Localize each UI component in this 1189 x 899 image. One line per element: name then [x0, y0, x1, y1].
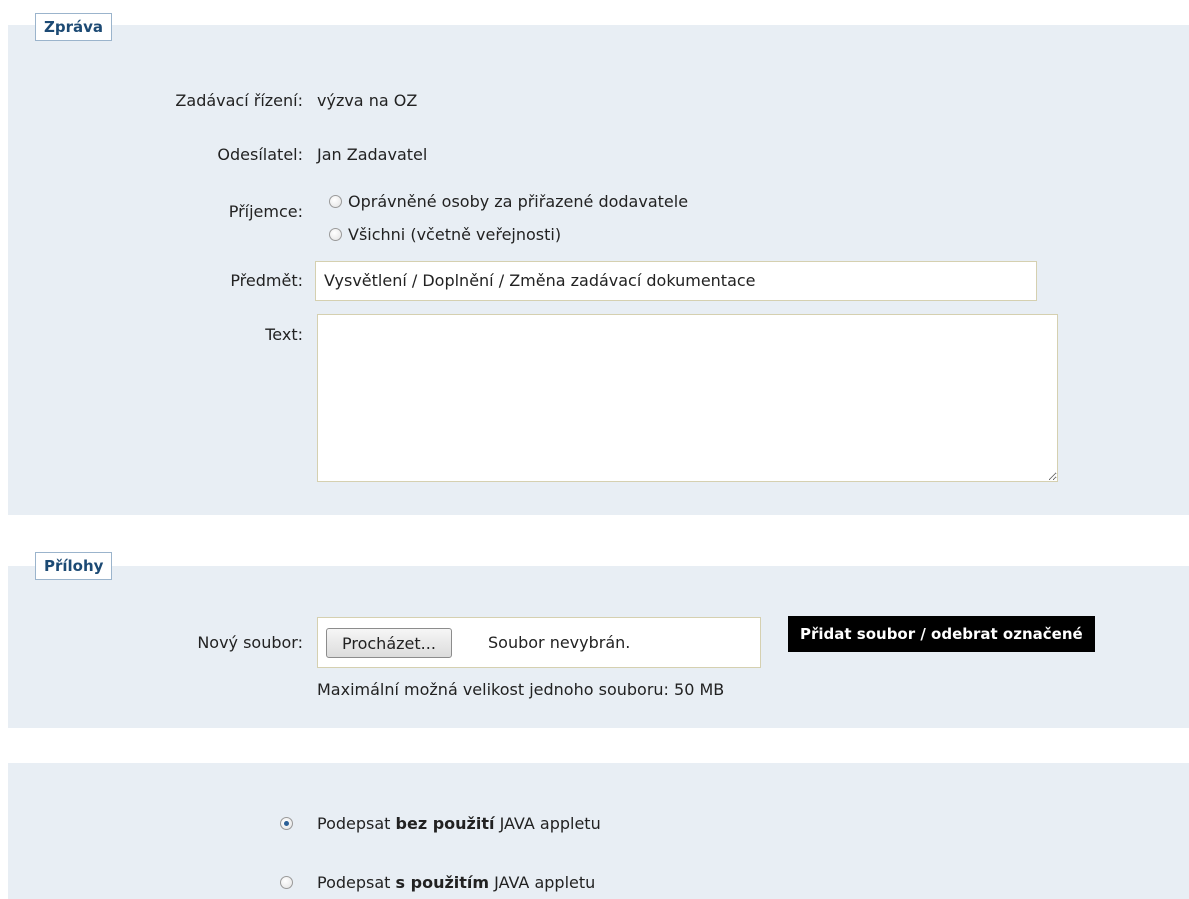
sign-with-java-label[interactable]: Podepsat s použitím JAVA appletu	[317, 873, 595, 892]
sign-with-java-radio[interactable]	[280, 876, 293, 889]
no-file-text: Soubor nevybrán.	[488, 633, 631, 652]
recipient-option-authorized-label[interactable]: Oprávněné osoby za přiřazené dodavatele	[348, 192, 688, 211]
file-input[interactable]: Procházet... Soubor nevybrán.	[317, 617, 761, 668]
recipient-radio-everyone[interactable]	[329, 228, 342, 241]
text-label: Text:	[265, 325, 303, 344]
recipient-label: Příjemce:	[228, 202, 303, 221]
procedure-value: výzva na OZ	[317, 91, 418, 110]
add-remove-file-button[interactable]: Přidat soubor / odebrat označené	[788, 616, 1095, 652]
message-legend: Zpráva	[35, 13, 113, 41]
sender-value: Jan Zadavatel	[317, 145, 428, 164]
sign-without-java-radio[interactable]	[280, 817, 293, 830]
attachments-legend: Přílohy	[35, 552, 113, 580]
recipient-radio-authorized[interactable]	[329, 195, 342, 208]
max-size-note: Maximální možná velikost jednoho souboru…	[317, 680, 725, 699]
subject-label: Předmět:	[230, 271, 303, 290]
procedure-label: Zadávací řízení:	[175, 91, 303, 110]
subject-input[interactable]: Vysvětlení / Doplnění / Změna zadávací d…	[315, 261, 1037, 301]
sign-without-java-label[interactable]: Podepsat bez použití JAVA appletu	[317, 814, 601, 833]
new-file-label: Nový soubor:	[197, 633, 303, 652]
text-area[interactable]	[317, 314, 1058, 482]
browse-button[interactable]: Procházet...	[326, 628, 452, 658]
recipient-option-everyone-label[interactable]: Všichni (včetně veřejnosti)	[348, 225, 561, 244]
sender-label: Odesílatel:	[217, 145, 303, 164]
